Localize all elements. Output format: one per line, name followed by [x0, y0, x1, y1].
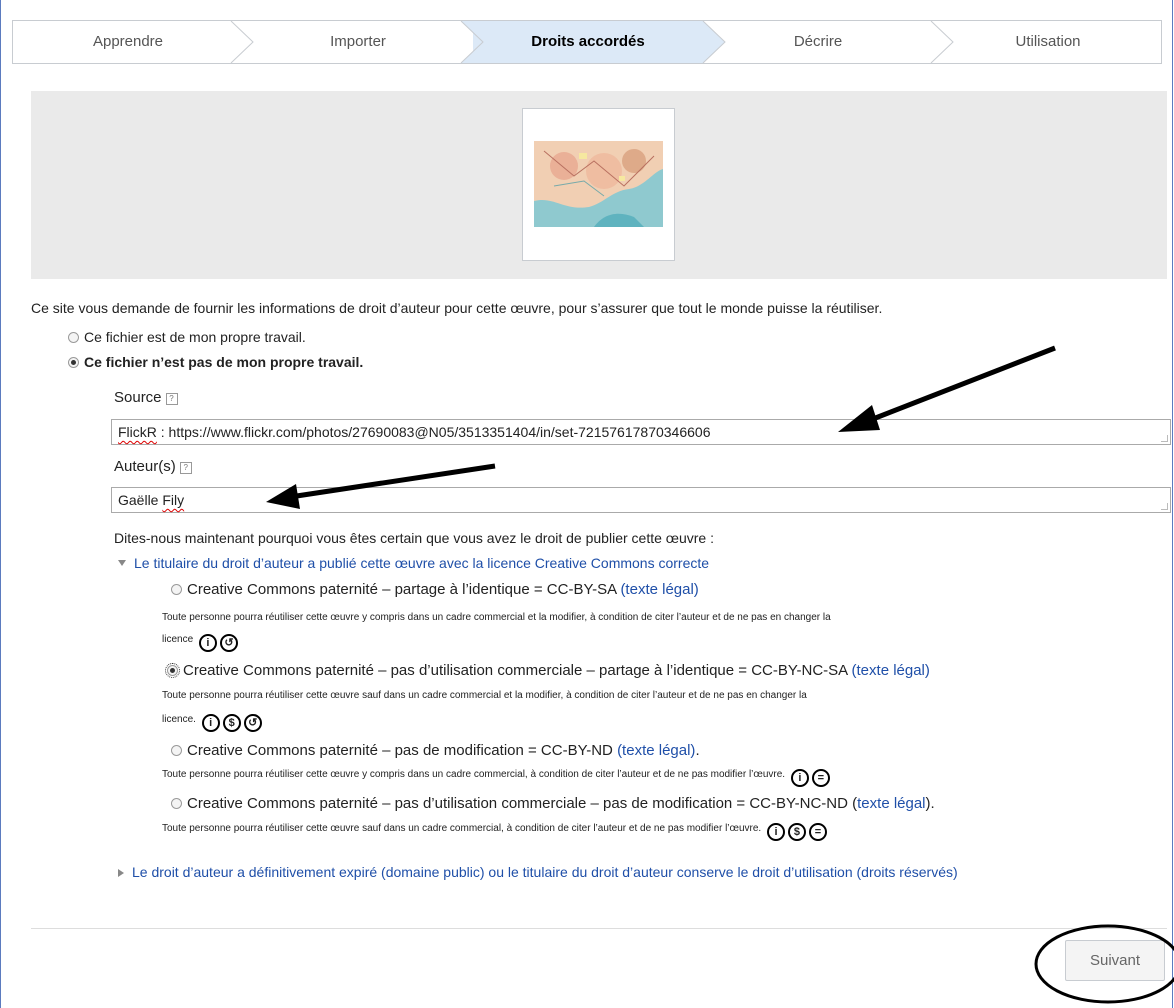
license-description-end: licence i ↺ [162, 634, 238, 652]
license-title-end: ). [925, 795, 935, 812]
legal-text-link[interactable]: (texte légal) [617, 742, 695, 759]
own-work-option[interactable]: Ce fichier est de mon propre travail. [68, 329, 306, 345]
authors-value-name: Fily [162, 492, 185, 508]
not-own-work-radio[interactable] [68, 357, 79, 368]
map-thumbnail-image [534, 141, 663, 227]
license-title: Creative Commons paternité – pas d’utili… [183, 662, 848, 679]
legal-text-link[interactable]: texte légal [857, 795, 925, 812]
resize-grip-icon[interactable] [1161, 503, 1168, 510]
license-radio[interactable] [171, 745, 182, 756]
license-description: Toute personne pourra réutiliser cette œ… [162, 612, 831, 623]
why-text: Dites-nous maintenant pourquoi vous êtes… [114, 530, 714, 546]
license-radio[interactable] [171, 798, 182, 809]
cc-section-toggle[interactable]: Le titulaire du droit d’auteur a publié … [118, 555, 709, 571]
license-radio-selected[interactable] [165, 663, 180, 678]
authors-value-prefix: Gaëlle [118, 492, 163, 508]
license-option-cc-by-nc-sa[interactable]: Creative Commons paternité – pas d’utili… [165, 662, 930, 679]
rights-intro-text: Ce site vous demande de fournir les info… [31, 300, 883, 316]
own-work-radio[interactable] [68, 332, 79, 343]
cc-no-derivatives-icon: = [811, 769, 830, 787]
source-input[interactable]: FlickR : https://www.flickr.com/photos/2… [111, 419, 1171, 445]
upload-steps: Apprendre Importer Droits accordés Décri… [12, 20, 1162, 64]
expand-triangle-icon [118, 560, 126, 566]
license-description-tail: licence [162, 634, 194, 645]
license-description-row: Toute personne pourra réutiliser cette œ… [162, 769, 830, 787]
source-value-prefix: FlickR [118, 424, 157, 440]
not-own-work-label: Ce fichier n’est pas de mon propre trava… [84, 354, 364, 370]
license-description: Toute personne pourra réutiliser cette œ… [162, 769, 786, 780]
license-description: Toute personne pourra réutiliser cette œ… [162, 690, 807, 701]
cc-non-commercial-icon: $ [222, 714, 241, 732]
license-title: Creative Commons paternité – pas de modi… [187, 742, 613, 759]
license-option-cc-by-nc-nd[interactable]: Creative Commons paternité – pas d’utili… [171, 795, 935, 812]
public-domain-section-toggle[interactable]: Le droit d’auteur a définitivement expir… [118, 864, 958, 880]
license-description-row: Toute personne pourra réutiliser cette œ… [162, 823, 827, 841]
license-description-tail: licence. [162, 714, 196, 725]
next-button[interactable]: Suivant [1065, 940, 1165, 981]
license-option-cc-by-nd[interactable]: Creative Commons paternité – pas de modi… [171, 742, 700, 759]
license-option-cc-by-sa[interactable]: Creative Commons paternité – partage à l… [171, 581, 699, 598]
cc-by-icon: i [201, 714, 220, 732]
step-separators [230, 21, 954, 63]
authors-label: Auteur(s)? [114, 458, 192, 475]
cc-share-alike-icon: ↺ [243, 714, 262, 732]
resize-grip-icon[interactable] [1161, 435, 1168, 442]
collapsed-triangle-icon [118, 869, 124, 877]
file-thumbnail [522, 108, 675, 261]
license-description: Toute personne pourra réutiliser cette œ… [162, 823, 762, 834]
source-value-rest: : https://www.flickr.com/photos/27690083… [156, 424, 711, 440]
license-title: Creative Commons paternité – pas d’utili… [187, 795, 848, 812]
own-work-label: Ce fichier est de mon propre travail. [84, 329, 306, 345]
not-own-work-option[interactable]: Ce fichier n’est pas de mon propre trava… [68, 354, 363, 370]
cc-by-icon: i [766, 823, 785, 841]
license-title-end: . [695, 742, 700, 759]
legal-text-link[interactable]: (texte légal) [620, 581, 698, 598]
license-title: Creative Commons paternité – partage à l… [187, 581, 617, 598]
help-icon[interactable]: ? [179, 462, 192, 474]
help-icon[interactable]: ? [165, 393, 178, 405]
license-radio[interactable] [171, 584, 182, 595]
authors-label-text: Auteur(s) [114, 458, 176, 475]
cc-section-label: Le titulaire du droit d’auteur a publié … [134, 555, 710, 571]
cc-by-icon: i [198, 634, 217, 652]
cc-by-icon: i [790, 769, 809, 787]
cc-no-derivatives-icon: = [808, 823, 827, 841]
public-domain-section-label: Le droit d’auteur a définitivement expir… [132, 864, 958, 880]
cc-share-alike-icon: ↺ [219, 634, 238, 652]
source-label: Source? [114, 389, 178, 406]
divider [31, 928, 1167, 929]
cc-non-commercial-icon: $ [787, 823, 806, 841]
source-label-text: Source [114, 389, 162, 406]
authors-input[interactable]: Gaëlle Fily [111, 487, 1171, 513]
legal-text-link[interactable]: (texte légal) [852, 662, 930, 679]
license-description-end: licence. i $ ↺ [162, 714, 262, 732]
